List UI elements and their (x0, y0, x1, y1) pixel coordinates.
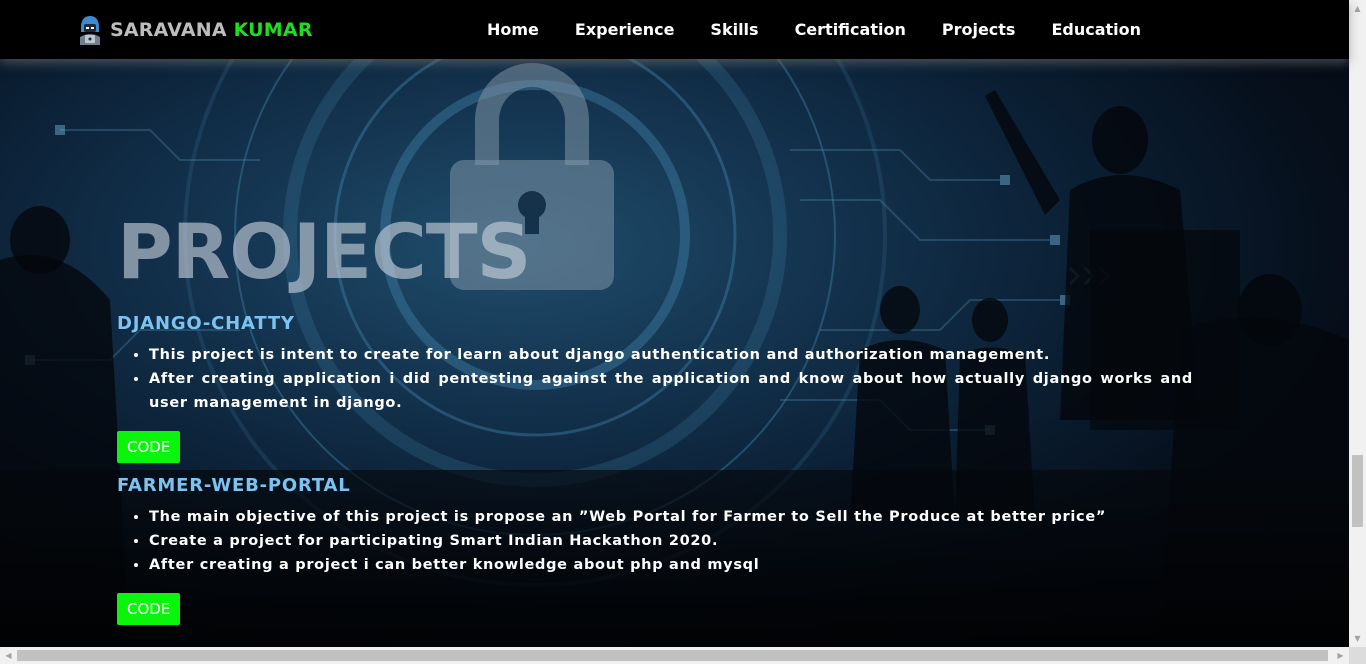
scroll-left-arrow-icon[interactable]: ◀ (0, 647, 17, 664)
horizontal-scrollbar[interactable]: ◀ ▶ (0, 647, 1349, 664)
code-button[interactable]: CODE (117, 431, 181, 463)
vertical-scroll-thumb[interactable] (1352, 455, 1363, 527)
project-title: FARMER-WEB-PORTAL (117, 475, 351, 496)
nav-projects[interactable]: Projects (942, 20, 1016, 39)
brand-second: KUMAR (233, 19, 313, 41)
vertical-scrollbar[interactable]: ▲ ▼ (1349, 0, 1366, 647)
list-item: Create a project for participating Smart… (149, 529, 1193, 553)
list-item: This project is intent to create for lea… (149, 343, 1193, 367)
project-card-django-chatty: DJANGO-CHATTY This project is intent to … (117, 313, 1193, 463)
nav-skills[interactable]: Skills (710, 20, 758, 39)
list-item: After creating a project i can better kn… (149, 553, 1193, 577)
project-card-farmer-web-portal: FARMER-WEB-PORTAL The main objective of … (117, 475, 1193, 625)
nav-experience[interactable]: Experience (575, 20, 675, 39)
main-nav: Home Experience Skills Certification Pro… (487, 20, 1177, 39)
scroll-up-arrow-icon[interactable]: ▲ (1349, 0, 1366, 17)
scroll-right-arrow-icon[interactable]: ▶ (1332, 647, 1349, 664)
brand[interactable]: SARAVANA KUMAR (78, 14, 313, 46)
nav-certification[interactable]: Certification (795, 20, 906, 39)
scrollbar-corner (1349, 647, 1366, 664)
hacker-avatar-icon (80, 16, 100, 45)
scroll-down-arrow-icon[interactable]: ▼ (1349, 630, 1366, 647)
project-bullets: This project is intent to create for lea… (117, 343, 1193, 415)
code-button[interactable]: CODE (117, 593, 181, 625)
top-navbar: SARAVANA KUMAR Home Experience Skills Ce… (0, 0, 1349, 59)
list-item: After creating application i did pentest… (149, 367, 1193, 415)
page-title: PROJECTS (117, 207, 531, 296)
project-bullets: The main objective of this project is pr… (117, 505, 1193, 577)
project-title: DJANGO-CHATTY (117, 313, 295, 334)
horizontal-scroll-thumb[interactable] (17, 650, 1328, 661)
brand-first: SARAVANA (110, 19, 227, 41)
nav-education[interactable]: Education (1051, 20, 1141, 39)
nav-home[interactable]: Home (487, 20, 539, 39)
list-item: The main objective of this project is pr… (149, 505, 1193, 529)
brand-name: SARAVANA KUMAR (110, 19, 313, 41)
